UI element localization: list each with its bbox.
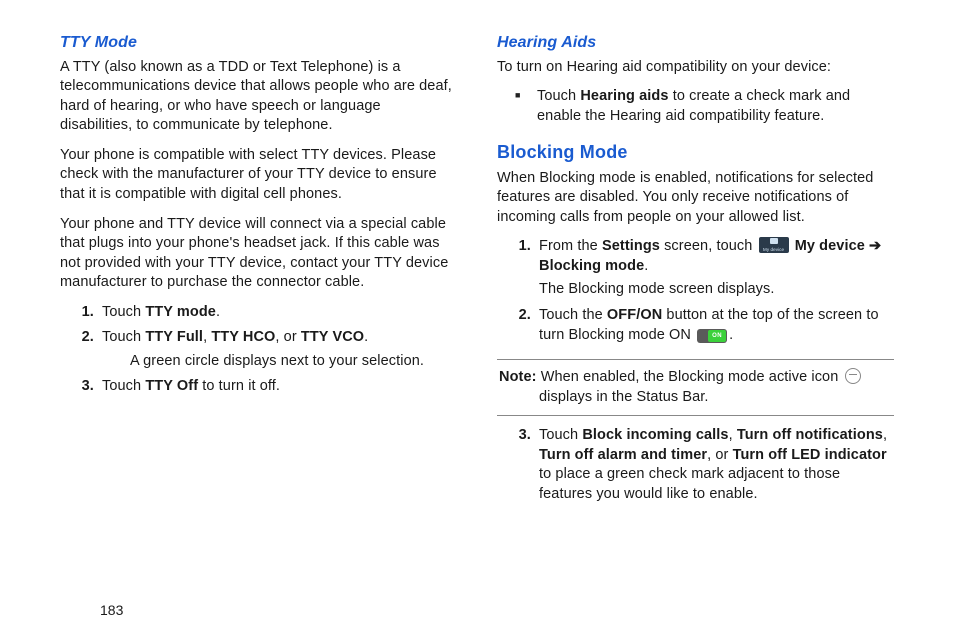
page-number: 183 bbox=[100, 602, 123, 618]
right-column: Hearing Aids To turn on Hearing aid comp… bbox=[497, 32, 894, 616]
text: . bbox=[364, 329, 368, 345]
tty-step-2-note: A green circle displays next to your sel… bbox=[130, 352, 457, 372]
label-turn-off-led: Turn off LED indicator bbox=[733, 447, 887, 463]
tty-para-1: A TTY (also known as a TDD or Text Telep… bbox=[60, 58, 457, 136]
text: Touch bbox=[102, 304, 145, 320]
text: From the bbox=[539, 238, 602, 254]
hearing-bullet-1: Touch Hearing aids to create a check mar… bbox=[537, 87, 894, 126]
blocking-steps-cont: Touch Block incoming calls, Turn off not… bbox=[497, 426, 894, 504]
text: Touch bbox=[537, 88, 580, 104]
text: When enabled, the Blocking mode active i… bbox=[537, 369, 843, 385]
blocking-para-1: When Blocking mode is enabled, notificat… bbox=[497, 169, 894, 228]
label-block-incoming: Block incoming calls bbox=[582, 427, 728, 443]
arrow-icon: ➔ bbox=[865, 238, 881, 254]
blocking-step-1: From the Settings screen, touch My devic… bbox=[535, 237, 894, 300]
blocking-active-icon bbox=[845, 368, 861, 384]
tty-step-2: Touch TTY Full, TTY HCO, or TTY VCO. A g… bbox=[98, 328, 457, 371]
text: . bbox=[216, 304, 220, 320]
text: , bbox=[729, 427, 737, 443]
blocking-note: Note: When enabled, the Blocking mode ac… bbox=[497, 359, 894, 416]
text: , or bbox=[275, 329, 300, 345]
text: Touch bbox=[102, 378, 145, 394]
heading-hearing-aids: Hearing Aids bbox=[497, 32, 894, 54]
blocking-step-1-note: The Blocking mode screen displays. bbox=[539, 280, 894, 300]
text: Touch bbox=[102, 329, 145, 345]
label-turn-off-notif: Turn off notifications bbox=[737, 427, 883, 443]
note-body: displays in the Status Bar. bbox=[539, 388, 892, 408]
text: . bbox=[729, 327, 733, 343]
manual-page: TTY Mode A TTY (also known as a TDD or T… bbox=[0, 0, 954, 636]
blocking-step-2: Touch the OFF/ON button at the top of th… bbox=[535, 306, 894, 349]
text: Touch bbox=[539, 427, 582, 443]
heading-tty-mode: TTY Mode bbox=[60, 32, 457, 54]
text: , or bbox=[707, 447, 732, 463]
label-settings: Settings bbox=[602, 238, 660, 254]
label-off-on: OFF/ON bbox=[607, 307, 662, 323]
label-turn-off-alarm: Turn off alarm and timer bbox=[539, 447, 707, 463]
heading-blocking-mode: Blocking Mode bbox=[497, 140, 894, 164]
label-hearing-aids: Hearing aids bbox=[580, 88, 668, 104]
label-tty-mode: TTY mode bbox=[145, 304, 216, 320]
label-blocking-mode: Blocking mode bbox=[539, 258, 644, 274]
label-my-device: My device bbox=[795, 238, 865, 254]
label-tty-vco: TTY VCO bbox=[301, 329, 364, 345]
label-tty-hco: TTY HCO bbox=[211, 329, 275, 345]
label-tty-full: TTY Full bbox=[145, 329, 203, 345]
tty-step-1: Touch TTY mode. bbox=[98, 303, 457, 323]
tty-para-3: Your phone and TTY device will connect v… bbox=[60, 215, 457, 293]
blocking-steps: From the Settings screen, touch My devic… bbox=[497, 237, 894, 349]
toggle-on-icon: ON bbox=[697, 329, 727, 350]
note-label: Note: bbox=[499, 369, 537, 385]
tty-steps: Touch TTY mode. Touch TTY Full, TTY HCO,… bbox=[60, 303, 457, 397]
text: to turn it off. bbox=[198, 378, 280, 394]
left-column: TTY Mode A TTY (also known as a TDD or T… bbox=[60, 32, 457, 616]
text: , bbox=[883, 427, 887, 443]
label-tty-off: TTY Off bbox=[145, 378, 198, 394]
tty-step-3: Touch TTY Off to turn it off. bbox=[98, 377, 457, 397]
text: to place a green check mark adjacent to … bbox=[539, 466, 840, 502]
text: . bbox=[644, 258, 648, 274]
hearing-bullets: Touch Hearing aids to create a check mar… bbox=[497, 87, 894, 126]
hearing-para-1: To turn on Hearing aid compatibility on … bbox=[497, 58, 894, 78]
blocking-step-3: Touch Block incoming calls, Turn off not… bbox=[535, 426, 894, 504]
my-device-icon bbox=[759, 237, 789, 253]
text: Touch the bbox=[539, 307, 607, 323]
text: screen, touch bbox=[660, 238, 757, 254]
tty-para-2: Your phone is compatible with select TTY… bbox=[60, 146, 457, 205]
